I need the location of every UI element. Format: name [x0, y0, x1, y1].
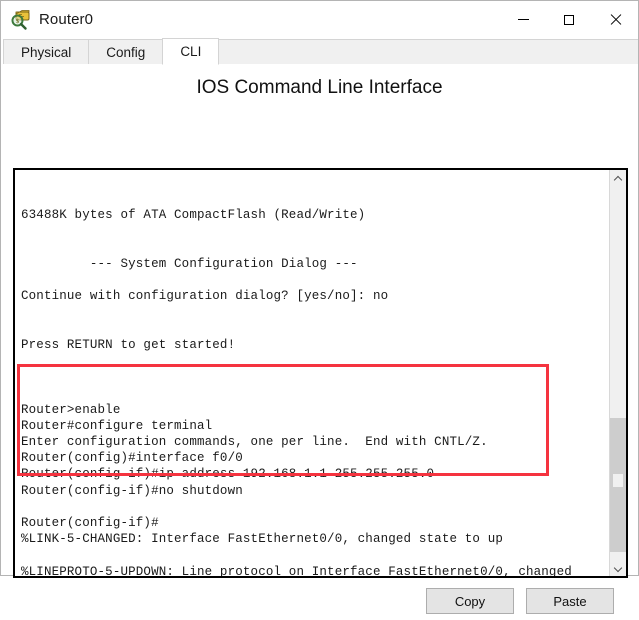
tab-cli-label: CLI [180, 44, 202, 59]
maximize-button[interactable] [546, 1, 592, 38]
maximize-icon [564, 14, 574, 25]
copy-button[interactable]: Copy [426, 588, 514, 614]
terminal-line: Router>enable [21, 402, 121, 417]
tab-physical[interactable]: Physical [3, 39, 90, 65]
close-icon [609, 14, 621, 26]
tab-config-label: Config [106, 45, 146, 60]
chevron-up-icon [614, 175, 622, 183]
scrollbar-up-button[interactable] [610, 170, 626, 187]
button-bar: Copy Paste [1, 582, 638, 620]
tab-strip-filler [217, 39, 638, 65]
terminal-line: Continue with configuration dialog? [yes… [21, 289, 389, 304]
chevron-down-icon [614, 564, 622, 572]
terminal-line: Router(config-if)#no shutdown [21, 483, 243, 498]
scrollbar-thumb-grip [613, 473, 623, 487]
terminal-lines: 63488K bytes of ATA CompactFlash (Read/W… [21, 207, 609, 576]
terminal-line: 63488K bytes of ATA CompactFlash (Read/W… [21, 208, 366, 223]
window-title: Router0 [39, 11, 94, 28]
terminal-line: %LINEPROTO-5-UPDOWN: Line protocol on In… [21, 564, 572, 576]
terminal-line: Router#configure terminal [21, 418, 213, 433]
router-cli-window: $ Router0 Physical Config CLI IOS Comman… [0, 0, 639, 614]
scrollbar-track[interactable] [610, 187, 626, 559]
page-title: IOS Command Line Interface [196, 77, 443, 98]
paste-button-label: Paste [553, 593, 587, 609]
minimize-button[interactable] [500, 1, 546, 38]
paste-button[interactable]: Paste [526, 588, 614, 614]
scrollbar-thumb[interactable] [610, 417, 626, 552]
close-button[interactable] [592, 1, 638, 38]
terminal-line: Enter configuration commands, one per li… [21, 435, 488, 450]
minimize-icon [517, 19, 529, 20]
tab-config[interactable]: Config [88, 39, 164, 65]
terminal-line: Press RETURN to get started! [21, 337, 236, 352]
title-bar: $ Router0 [1, 1, 638, 38]
tab-physical-label: Physical [21, 45, 72, 60]
router-magnifier-icon: $ [10, 9, 32, 31]
tab-strip: Physical Config CLI [1, 38, 638, 65]
terminal-scrollbar[interactable] [609, 170, 626, 576]
copy-button-label: Copy [454, 593, 486, 609]
terminal-line: Router(config)#interface f0/0 [21, 451, 243, 466]
terminal-container: 63488K bytes of ATA CompactFlash (Read/W… [13, 168, 628, 578]
scrollbar-down-button[interactable] [610, 559, 626, 576]
terminal-line: --- System Configuration Dialog --- [21, 256, 358, 271]
tab-cli[interactable]: CLI [162, 38, 220, 65]
terminal-output[interactable]: 63488K bytes of ATA CompactFlash (Read/W… [15, 170, 609, 576]
window-controls [500, 1, 638, 38]
terminal-line: %LINK-5-CHANGED: Interface FastEthernet0… [21, 532, 504, 547]
cli-panel: IOS Command Line Interface 63488K bytes … [1, 65, 638, 614]
terminal-line: Router(config-if)# [21, 515, 159, 530]
terminal-line: Router(config-if)#ip address 192.168.1.1… [21, 467, 435, 482]
svg-text:$: $ [16, 18, 19, 25]
